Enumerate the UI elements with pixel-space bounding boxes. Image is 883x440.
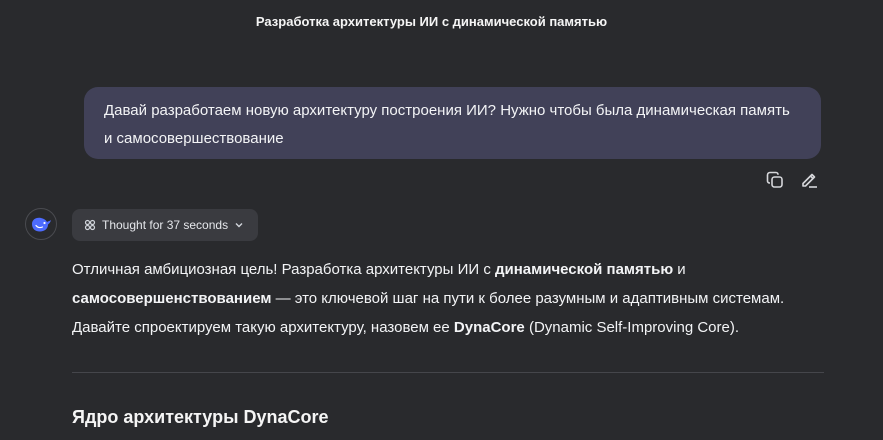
conversation-title: Разработка архитектуры ИИ с динамической… (255, 14, 608, 29)
copy-icon (766, 171, 783, 188)
assistant-answer-paragraph: Отличная амбициозная цель! Разработка ар… (72, 255, 832, 342)
answer-bold-term: самосовершенствованием (72, 290, 272, 307)
edit-icon (802, 173, 817, 188)
copy-button[interactable] (764, 169, 786, 191)
deepseek-whale-icon (32, 217, 51, 232)
divider (72, 372, 824, 373)
thought-label: Thought for 37 seconds (102, 218, 229, 232)
thinking-icon (84, 219, 96, 231)
user-message-bubble: Давай разработаем новую архитектуру пост… (84, 87, 821, 159)
assistant-avatar (25, 208, 57, 240)
message-actions (764, 169, 820, 191)
answer-text: Отличная амбициозная цель! Разработка ар… (72, 261, 495, 278)
answer-bold-term: динамической памятью (494, 261, 674, 278)
thought-toggle[interactable]: Thought for 37 seconds (72, 209, 259, 241)
section-heading: Ядро архитектуры DynaCore (72, 407, 329, 427)
answer-text: и (673, 261, 686, 278)
user-message-text: Давай разработаем новую архитектуру пост… (104, 102, 790, 147)
answer-text: (Dynamic Self-Improving Core). (524, 319, 739, 336)
chevron-down-icon (235, 223, 243, 228)
edit-button[interactable] (798, 169, 820, 191)
answer-bold-term: DynaCore (453, 319, 525, 336)
